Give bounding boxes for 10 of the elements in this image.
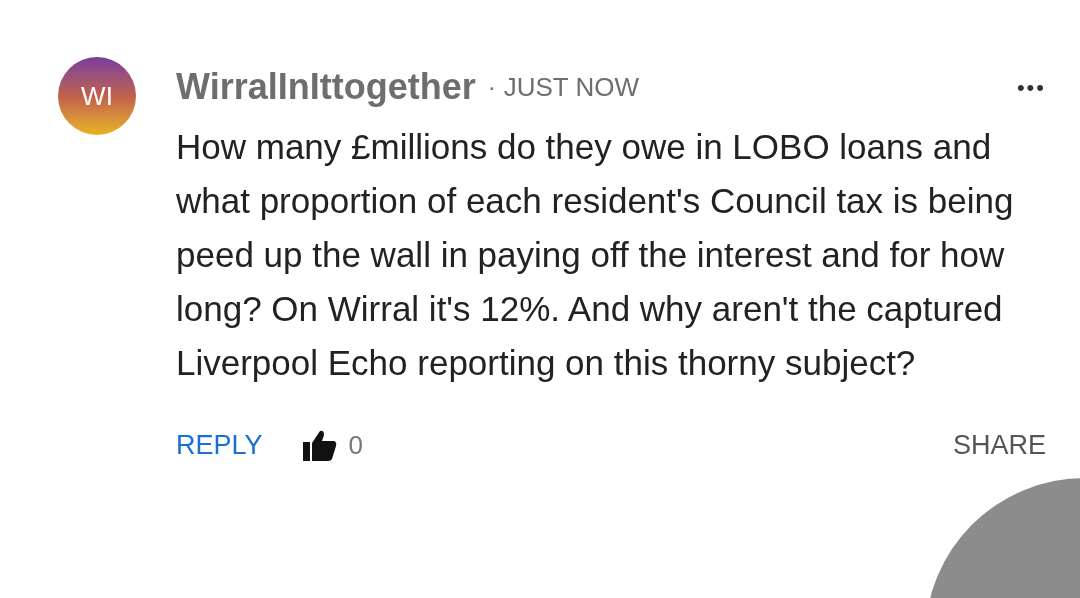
comment-text: How many £millions do they owe in LOBO loans and what proportion of each resident's Council tax is being peed up the wall in paying off the interest and for how long? On Wirral it's 12%. And why aren't the captured Liverpool Echo reporting on this thorny subject? — [176, 126, 1015, 384]
separator: · — [487, 72, 496, 102]
like-count: 0 — [348, 428, 363, 462]
avatar: WI — [58, 57, 136, 135]
thumbs-up-icon[interactable] — [302, 429, 337, 461]
share-button[interactable]: SHARE — [952, 424, 1046, 466]
comment-time: JUST NOW — [503, 70, 639, 104]
author-name[interactable]: WirralInIttogether — [176, 60, 476, 114]
reply-button[interactable]: REPLY — [176, 424, 263, 466]
more-options-button[interactable]: ••• — [1016, 70, 1046, 104]
